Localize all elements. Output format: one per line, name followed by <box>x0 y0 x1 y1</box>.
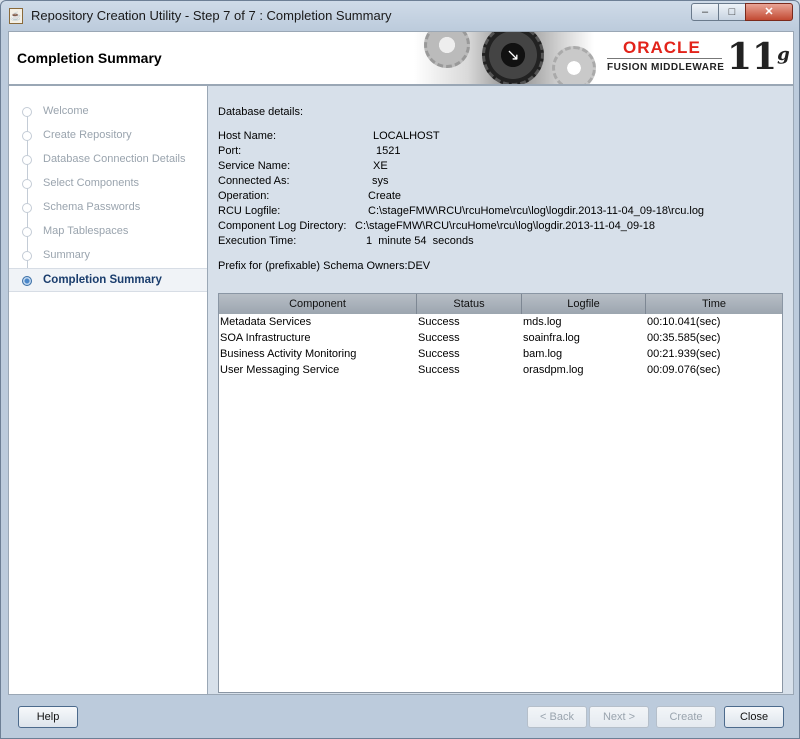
gear-icon <box>552 46 596 84</box>
product-name: FUSION MIDDLEWARE <box>607 62 725 73</box>
cell-component: Metadata Services <box>220 316 312 328</box>
sidebar-item-summary[interactable]: Summary <box>9 244 207 268</box>
schema-prefix-text: Prefix for (prefixable) Schema Owners:DE… <box>218 260 431 272</box>
step-dot-icon <box>22 227 32 237</box>
port-label: Port: <box>218 145 242 157</box>
next-button[interactable]: Next > <box>589 706 649 728</box>
step-dot-icon <box>22 155 32 165</box>
oracle-logo: ORACLE <box>623 38 701 57</box>
host-name-label: Host Name: <box>218 130 277 142</box>
current-step-icon <box>22 276 32 286</box>
gears-graphic: ↘ <box>414 32 596 84</box>
cell-status: Success <box>418 348 460 360</box>
execution-time-value: 1 minute 54 seconds <box>366 235 474 247</box>
sidebar-item-label: Map Tablespaces <box>43 225 129 237</box>
gear-icon <box>424 32 470 68</box>
rcu-logfile-label: RCU Logfile: <box>218 205 281 217</box>
operation-label: Operation: <box>218 190 270 202</box>
component-log-directory-label: Component Log Directory: <box>218 220 347 232</box>
help-button[interactable]: Help <box>18 706 78 728</box>
page-title: Completion Summary <box>17 50 162 66</box>
column-header-component[interactable]: Component <box>219 294 417 314</box>
wizard-steps-sidebar: Welcome Create Repository Database Conne… <box>8 85 208 695</box>
back-button[interactable]: < Back <box>527 706 587 728</box>
step-dot-icon <box>22 251 32 261</box>
version-number: 11 <box>727 36 778 78</box>
step-dot-icon <box>22 179 32 189</box>
sidebar-item-map-tablespaces[interactable]: Map Tablespaces <box>9 220 207 244</box>
logo-divider <box>607 58 722 59</box>
service-name-value: XE <box>373 160 388 172</box>
minimize-button[interactable]: – <box>691 3 719 21</box>
cell-time: 00:10.041(sec) <box>647 316 721 328</box>
rcu-logfile-value: C:\stageFMW\RCU\rcuHome\rcu\log\logdir.2… <box>368 205 705 217</box>
cell-logfile: mds.log <box>523 316 562 328</box>
column-header-logfile[interactable]: Logfile <box>522 294 646 314</box>
cell-status: Success <box>418 364 460 376</box>
cell-status: Success <box>418 316 460 328</box>
sidebar-item-label: Create Repository <box>43 129 132 141</box>
cell-component: Business Activity Monitoring <box>220 348 357 360</box>
operation-value: Create <box>368 190 402 202</box>
version-logo: 11g <box>727 36 790 78</box>
window-title: Repository Creation Utility - Step 7 of … <box>31 8 392 23</box>
cell-logfile: bam.log <box>523 348 563 360</box>
sidebar-item-database-connection[interactable]: Database Connection Details <box>9 148 207 172</box>
column-header-status[interactable]: Status <box>417 294 522 314</box>
cell-status: Success <box>418 332 460 344</box>
close-window-button[interactable]: ✕ <box>745 3 793 21</box>
create-button[interactable]: Create <box>656 706 716 728</box>
cell-component: SOA Infrastructure <box>220 332 311 344</box>
cell-component: User Messaging Service <box>220 364 340 376</box>
database-details-heading: Database details: <box>218 106 303 118</box>
sidebar-item-create-repository[interactable]: Create Repository <box>9 124 207 148</box>
cell-logfile: orasdpm.log <box>523 364 584 376</box>
step-dot-icon <box>22 203 32 213</box>
sidebar-item-completion-summary[interactable]: Completion Summary <box>9 268 207 292</box>
rcu-window: ☕ Repository Creation Utility - Step 7 o… <box>0 0 800 739</box>
component-results-table: Component Status Logfile Time Metadata S… <box>218 293 783 693</box>
cell-logfile: soainfra.log <box>523 332 580 344</box>
sidebar-item-label: Completion Summary <box>43 274 162 286</box>
banner-header: Completion Summary ↘ ORACLE FUSION MIDDL… <box>8 31 794 85</box>
connected-as-value: sys <box>372 175 389 187</box>
cell-time: 00:09.076(sec) <box>647 364 721 376</box>
sidebar-item-label: Database Connection Details <box>43 153 186 165</box>
close-button[interactable]: Close <box>724 706 784 728</box>
cell-time: 00:35.585(sec) <box>647 332 721 344</box>
port-value: 1521 <box>376 145 401 157</box>
version-suffix: g <box>777 44 790 65</box>
component-log-directory-value: C:\stageFMW\RCU\rcuHome\rcu\log\logdir.2… <box>355 220 655 232</box>
sidebar-item-select-components[interactable]: Select Components <box>9 172 207 196</box>
maximize-button[interactable]: □ <box>718 3 746 21</box>
execution-time-label: Execution Time: <box>218 235 297 247</box>
sidebar-item-schema-passwords[interactable]: Schema Passwords <box>9 196 207 220</box>
cell-time: 00:21.939(sec) <box>647 348 721 360</box>
sidebar-item-label: Summary <box>43 249 91 261</box>
sidebar-item-welcome[interactable]: Welcome <box>9 100 207 124</box>
arrow-icon: ↘ <box>506 47 520 64</box>
java-app-icon: ☕ <box>9 8 23 24</box>
sidebar-item-label: Schema Passwords <box>43 201 141 213</box>
service-name-label: Service Name: <box>218 160 291 172</box>
column-header-time[interactable]: Time <box>646 294 782 314</box>
connected-as-label: Connected As: <box>218 175 290 187</box>
title-bar[interactable]: ☕ Repository Creation Utility - Step 7 o… <box>1 1 799 31</box>
main-content: Database details: Host Name: LOCALHOST P… <box>208 85 794 695</box>
host-name-value: LOCALHOST <box>373 130 440 142</box>
sidebar-item-label: Welcome <box>43 105 89 117</box>
step-dot-icon <box>22 107 32 117</box>
step-dot-icon <box>22 131 32 141</box>
sidebar-item-label: Select Components <box>43 177 139 189</box>
